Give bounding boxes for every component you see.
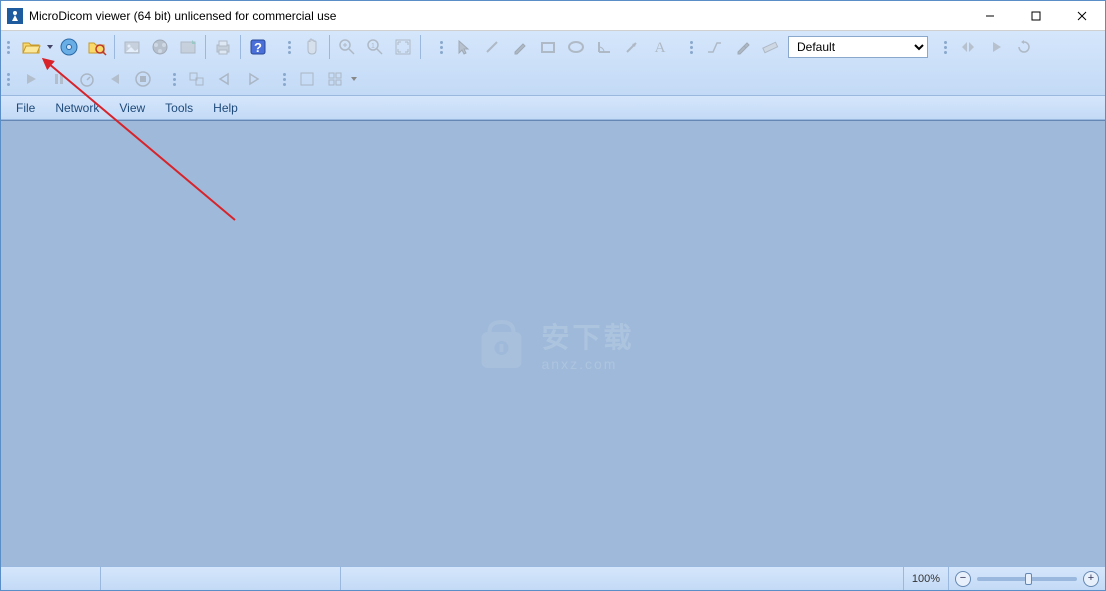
title-bar: MicroDicom viewer (64 bit) unlicensed fo… <box>1 1 1105 31</box>
toolbar-grip[interactable] <box>688 34 696 60</box>
play-button[interactable] <box>17 65 45 93</box>
menu-tools[interactable]: Tools <box>156 98 202 118</box>
zoom-percent-label: 100% <box>904 567 949 590</box>
app-icon <box>7 8 23 24</box>
window-title: MicroDicom viewer (64 bit) unlicensed fo… <box>29 9 967 23</box>
open-dropdown-arrow[interactable] <box>45 33 55 61</box>
rotate-right-button[interactable] <box>982 33 1010 61</box>
save-image-button[interactable] <box>118 33 146 61</box>
flip-horizontal-button[interactable] <box>954 33 982 61</box>
preset-dropdown[interactable]: Default <box>788 36 928 58</box>
pause-button[interactable] <box>45 65 73 93</box>
image-viewport[interactable]: 安下载 anxz.com <box>1 120 1105 566</box>
toolbar-grip[interactable] <box>281 66 289 92</box>
zoom-in-button[interactable]: + <box>1083 571 1099 587</box>
svg-text:A: A <box>655 40 666 56</box>
status-cell-1 <box>1 567 101 590</box>
close-button[interactable] <box>1059 1 1105 30</box>
next-series-button[interactable] <box>239 65 267 93</box>
watermark-text-1: 安下载 <box>541 316 634 356</box>
status-cell-2 <box>101 567 341 590</box>
layout-dropdown-arrow[interactable] <box>349 65 359 93</box>
toolbar-area: ? 1 A Default <box>1 31 1105 96</box>
export-video-button[interactable] <box>146 33 174 61</box>
line-tool-button[interactable] <box>478 33 506 61</box>
toolbar-row-1: ? 1 A Default <box>1 31 1105 63</box>
toolbar-row-2 <box>1 63 1105 95</box>
zoom-actual-button[interactable]: 1 <box>361 33 389 61</box>
zoom-controls: − + <box>949 571 1105 587</box>
help-button[interactable]: ? <box>244 33 272 61</box>
export-dicom-button[interactable] <box>174 33 202 61</box>
pencil-tool-button[interactable] <box>506 33 534 61</box>
toolbar-grip[interactable] <box>286 34 294 60</box>
status-bar: 100% − + <box>1 566 1105 590</box>
reset-button[interactable] <box>1010 33 1038 61</box>
toolbar-grip[interactable] <box>171 66 179 92</box>
arrow-tool-button[interactable] <box>618 33 646 61</box>
angle-tool-button[interactable] <box>590 33 618 61</box>
maximize-button[interactable] <box>1013 1 1059 30</box>
layout-grid-button[interactable] <box>321 65 349 93</box>
open-folder-button[interactable] <box>17 33 45 61</box>
toolbar-grip[interactable] <box>438 34 446 60</box>
svg-text:1: 1 <box>371 43 375 50</box>
zoom-out-button[interactable]: − <box>955 571 971 587</box>
menu-bar: File Network View Tools Help <box>1 96 1105 120</box>
toolbar-grip[interactable] <box>5 34 13 60</box>
svg-text:?: ? <box>254 40 262 55</box>
toolbar-grip[interactable] <box>942 34 950 60</box>
eyedropper-button[interactable] <box>728 33 756 61</box>
speed-button[interactable] <box>73 65 101 93</box>
prev-frame-button[interactable] <box>101 65 129 93</box>
zoom-in-button[interactable] <box>333 33 361 61</box>
pointer-tool-button[interactable] <box>450 33 478 61</box>
stop-button[interactable] <box>129 65 157 93</box>
window-level-button[interactable] <box>700 33 728 61</box>
toolbar-grip[interactable] <box>5 66 13 92</box>
ruler-button[interactable] <box>756 33 784 61</box>
rectangle-tool-button[interactable] <box>534 33 562 61</box>
watermark-text-2: anxz.com <box>541 356 634 372</box>
menu-view[interactable]: View <box>110 98 154 118</box>
scan-folder-button[interactable] <box>83 33 111 61</box>
text-tool-button[interactable]: A <box>646 33 674 61</box>
watermark: 安下载 anxz.com <box>471 314 634 374</box>
minimize-button[interactable] <box>967 1 1013 30</box>
zoom-slider[interactable] <box>977 577 1077 581</box>
ellipse-tool-button[interactable] <box>562 33 590 61</box>
layout-single-button[interactable] <box>293 65 321 93</box>
menu-network[interactable]: Network <box>46 98 108 118</box>
menu-help[interactable]: Help <box>204 98 247 118</box>
sync-series-button[interactable] <box>183 65 211 93</box>
prev-series-button[interactable] <box>211 65 239 93</box>
print-button[interactable] <box>209 33 237 61</box>
fit-window-button[interactable] <box>389 33 417 61</box>
menu-file[interactable]: File <box>7 98 44 118</box>
open-cd-button[interactable] <box>55 33 83 61</box>
hand-tool-button[interactable] <box>298 33 326 61</box>
